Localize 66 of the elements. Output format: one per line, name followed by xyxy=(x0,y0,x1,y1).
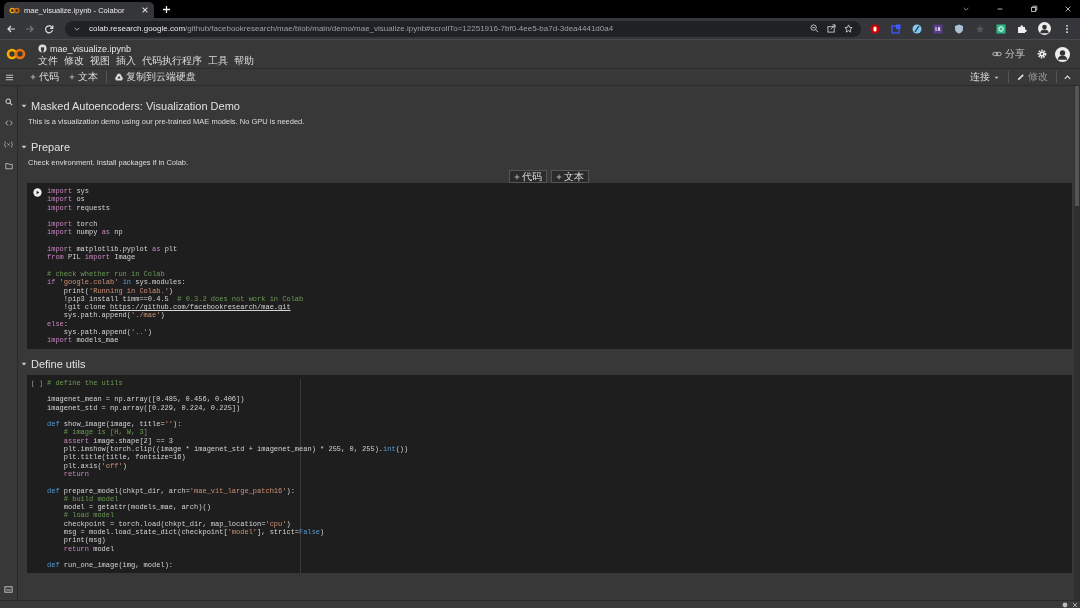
url-text: colab.research.google.com/github/facebookresearch/mae/blob/main/demo/mae_visualize.ipynb#scrollTo=12251916-7bf0-4ee5-ba7d-3dea4441d0a4 xyxy=(89,24,614,33)
search-icon[interactable] xyxy=(4,98,13,106)
add-text-button[interactable]: 文本 xyxy=(551,170,589,183)
back-icon[interactable] xyxy=(6,23,16,34)
caret-icon[interactable] xyxy=(20,143,28,151)
menu-item[interactable]: 修改 xyxy=(64,54,84,66)
menu-item[interactable]: 文件 xyxy=(38,54,58,66)
github-icon xyxy=(38,44,47,53)
colab-logo-icon[interactable] xyxy=(6,48,26,60)
close-icon[interactable] xyxy=(141,6,149,14)
add-code-button[interactable]: 代码 xyxy=(28,70,61,84)
close-icon[interactable] xyxy=(1064,5,1072,13)
star-icon[interactable] xyxy=(844,24,853,33)
extension-icon[interactable] xyxy=(933,23,943,34)
avatar-icon[interactable] xyxy=(1038,22,1051,35)
variables-icon[interactable] xyxy=(4,140,13,149)
section-heading: Prepare xyxy=(31,141,71,153)
restore-icon[interactable] xyxy=(1030,5,1038,13)
menu-item[interactable]: 帮助 xyxy=(234,54,254,66)
extension-icon[interactable] xyxy=(912,23,922,34)
plus-icon xyxy=(69,74,75,80)
connect-button[interactable]: 连接 xyxy=(968,70,1002,84)
plus-icon xyxy=(514,173,520,180)
chevron-down-icon[interactable] xyxy=(962,5,970,13)
menu-item[interactable]: 工具 xyxy=(208,54,228,66)
edit-button[interactable]: 修改 xyxy=(1015,70,1050,84)
plus-icon xyxy=(30,74,36,80)
link-icon xyxy=(992,49,1002,59)
menu-item[interactable]: 插入 xyxy=(116,54,136,66)
avatar-icon[interactable] xyxy=(1055,46,1070,62)
settings-icon[interactable] xyxy=(1037,49,1047,59)
forward-icon[interactable] xyxy=(25,23,35,34)
section-heading: Masked Autoencoders: Visualization Demo xyxy=(31,100,240,112)
menu-item[interactable]: 代码执行程序 xyxy=(142,54,202,66)
share-button[interactable]: 分享 xyxy=(992,47,1025,61)
reload-icon[interactable] xyxy=(44,23,54,34)
code-cell[interactable] xyxy=(27,374,1072,574)
chevron-up-icon[interactable] xyxy=(1063,72,1072,82)
status-dot-icon xyxy=(1062,601,1068,608)
extension-icon[interactable] xyxy=(870,23,880,34)
run-button[interactable] xyxy=(32,188,42,197)
puzzle-icon[interactable] xyxy=(1017,23,1027,34)
colab-logo-icon xyxy=(9,6,20,14)
section-heading: Define utils xyxy=(31,357,86,370)
pencil-icon xyxy=(1017,73,1025,81)
copy-to-drive-button[interactable]: 复制到云端硬盘 xyxy=(113,70,198,84)
new-tab-icon[interactable] xyxy=(162,5,171,14)
share-icon[interactable] xyxy=(827,24,836,33)
caret-icon[interactable] xyxy=(20,102,28,110)
zoom-out-icon[interactable] xyxy=(810,24,819,33)
drive-icon xyxy=(115,73,123,81)
add-code-button[interactable]: 代码 xyxy=(509,170,547,183)
minimize-icon[interactable] xyxy=(996,5,1004,13)
address-field[interactable]: colab.research.google.com/github/facebookresearch/mae/blob/main/demo/mae_visualize.ipynb#scrollTo=12251916-7bf0-4ee5-ba7d-3dea4441d0a4 xyxy=(65,20,861,37)
code-cell[interactable] xyxy=(27,183,1072,349)
notebook-title[interactable]: mae_visualize.ipynb xyxy=(50,43,132,54)
terminal-icon[interactable] xyxy=(4,585,13,594)
extension-icon[interactable] xyxy=(996,23,1006,34)
code-icon[interactable] xyxy=(4,119,13,127)
menu-icon[interactable] xyxy=(5,72,14,82)
close-icon[interactable] xyxy=(1072,601,1078,608)
menu-item[interactable]: 视图 xyxy=(90,54,110,66)
plus-icon xyxy=(556,173,562,180)
add-text-button[interactable]: 文本 xyxy=(67,70,100,84)
shield-icon[interactable] xyxy=(954,23,964,34)
folder-icon[interactable] xyxy=(4,162,13,170)
